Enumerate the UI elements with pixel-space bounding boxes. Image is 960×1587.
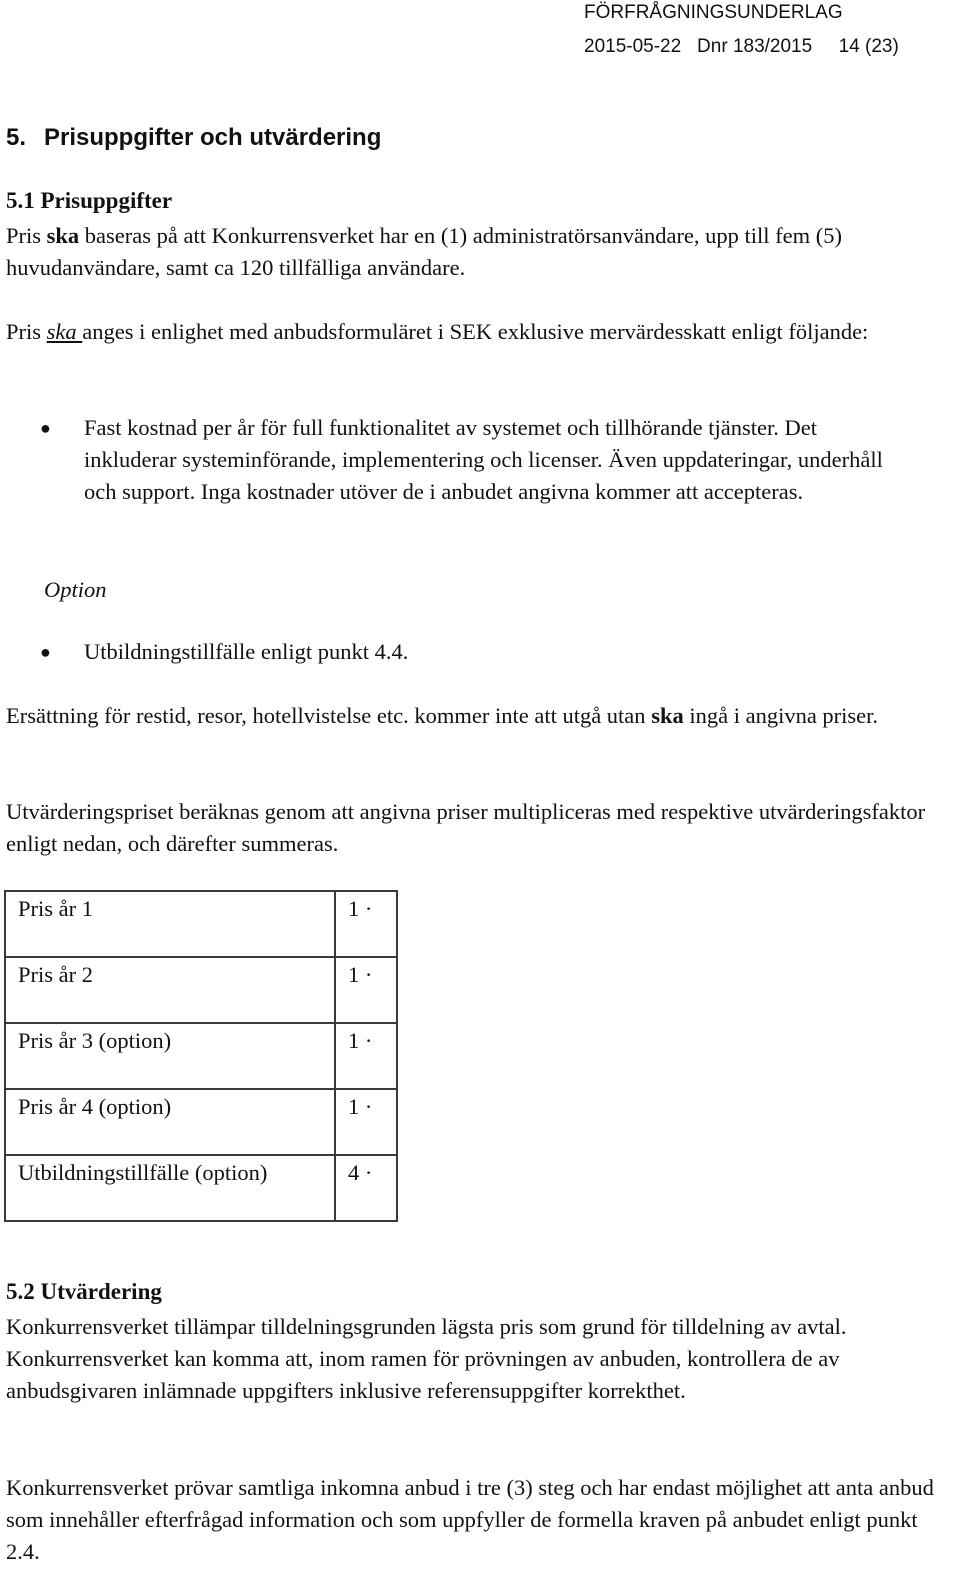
table-row: Pris år 4 (option) 1 · — [4, 1088, 398, 1156]
option-label: Option — [44, 577, 107, 602]
table-row: Pris år 3 (option) 1 · — [4, 1022, 398, 1090]
paragraph-price-basis: Pris ska baseras på att Konkurrensverket… — [6, 220, 946, 284]
emphasis-ska: ska — [651, 703, 684, 728]
page-number: 14 (23) — [838, 36, 899, 57]
section-heading: 5. Prisuppgifter och utvärdering — [6, 124, 381, 152]
paragraph-price-format: Pris ska anges i enlighet med anbudsform… — [6, 316, 946, 348]
header-meta-line: 2015-05-22 Dnr 183/2015 14 (23) — [584, 36, 950, 58]
text: Pris — [6, 319, 47, 344]
paragraph-expenses: Ersättning för restid, resor, hotellvist… — [6, 700, 946, 732]
section-title: Prisuppgifter och utvärdering — [44, 124, 382, 151]
row-label: Pris år 2 — [4, 956, 336, 1024]
row-label: Utbildningstillfälle (option) — [4, 1154, 336, 1222]
subsection-heading-5-1: 5.1 Prisuppgifter — [6, 188, 173, 213]
paragraph-award-criteria: Konkurrensverket tillämpar tilldelningsg… — [6, 1314, 847, 1403]
emphasis-ska: ska — [46, 319, 83, 344]
bullet-training: Utbildningstillfälle enligt punkt 4.4. — [84, 639, 409, 664]
row-factor: 4 · — [334, 1154, 398, 1222]
table-row: Utbildningstillfälle (option) 4 · — [4, 1154, 398, 1222]
table-row: Pris år 11 · — [4, 890, 398, 958]
row-factor: 1 · — [334, 1088, 398, 1156]
subsection-heading-5-2: 5.2 Utvärdering — [6, 1279, 162, 1304]
document-date: 2015-05-22 — [584, 36, 682, 57]
bullet-icon: ● — [40, 418, 51, 438]
row-label: Pris år 4 (option) — [4, 1088, 336, 1156]
section-number: 5. — [6, 124, 27, 151]
text: Pris — [6, 223, 47, 248]
row-factor: 1 · — [334, 890, 398, 958]
table-row: Pris år 21 · — [4, 956, 398, 1024]
document-type: FÖRFRÅGNINGSUNDERLAG — [584, 2, 843, 23]
emphasis-ska: ska — [46, 223, 80, 248]
row-factor: 1 · — [334, 1022, 398, 1090]
paragraph-evaluation-steps: Konkurrensverket prövar samtliga inkomna… — [6, 1475, 934, 1564]
paragraph-evaluation-price: Utvärderingspriset beräknas genom att an… — [6, 799, 926, 856]
text: Ersättning för restid, resor, hotellvist… — [6, 703, 652, 728]
text: baseras på att Konkurrensverket har en (… — [6, 223, 843, 280]
text: anges i enlighet med anbudsformuläret i … — [82, 319, 869, 344]
registration-number: Dnr 183/2015 — [697, 36, 813, 57]
row-label: Pris år 1 — [4, 890, 336, 958]
row-label: Pris år 3 (option) — [4, 1022, 336, 1090]
bullet-icon: ● — [40, 642, 51, 662]
row-factor: 1 · — [334, 956, 398, 1024]
text: ingå i angivna priser. — [683, 703, 879, 728]
evaluation-factor-table: Pris år 11 · Pris år 21 · Pris år 3 (optio… — [4, 890, 398, 1222]
bullet-fixed-cost: Fast kostnad per år för full funktionali… — [84, 415, 883, 504]
